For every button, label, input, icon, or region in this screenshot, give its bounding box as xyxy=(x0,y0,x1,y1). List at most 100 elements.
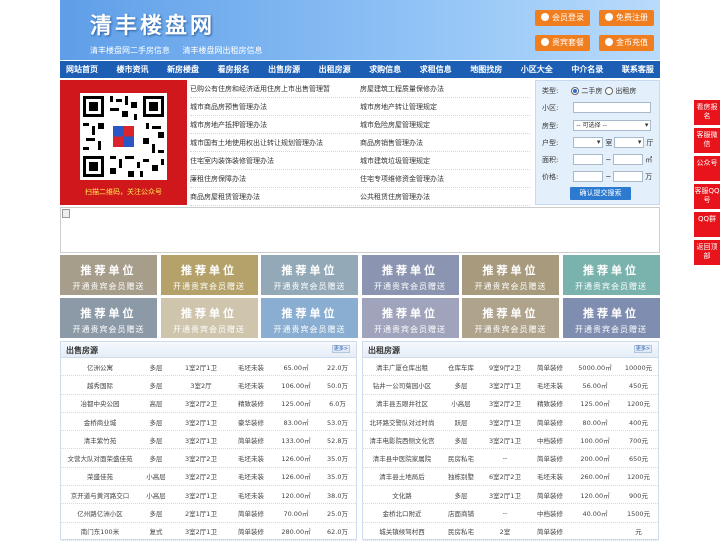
nav-for-rent[interactable]: 出租房源 xyxy=(319,61,351,78)
listing-name[interactable]: 清丰电影院西侧文化宫 xyxy=(363,435,441,445)
nav-new-homes[interactable]: 新房楼盘 xyxy=(167,61,199,78)
regulation-link[interactable]: 商品房屋租赁管理办法 xyxy=(190,188,360,205)
listing-row[interactable]: 钻井一公司菊园小区 多层 3室2厅1卫 毛坯未装 56.00㎡ 450元 xyxy=(363,376,658,395)
listing-name[interactable]: 亿州路亿洲小区 xyxy=(61,508,139,518)
listing-name[interactable]: 清丰县五眼井社区 xyxy=(363,398,441,408)
listing-row[interactable]: 文营大队对面荣盛佳苑 多层 3室2厅2卫 毛坯未装 126.00㎡ 35.0万 xyxy=(61,449,356,468)
recommended-unit-tile[interactable]: 推荐单位 开通贵宾会员赠送 xyxy=(462,255,559,295)
listing-row[interactable]: 清丰县五眼井社区 小高层 3室2厅2卫 精致装修 125.00㎡ 1200元 xyxy=(363,395,658,413)
listing-name[interactable]: 荣盛佳苑 xyxy=(61,471,139,481)
listing-name[interactable]: 北环路交警队对过时尚 xyxy=(363,417,441,427)
listing-name[interactable]: 金桥北口附近 xyxy=(363,508,441,518)
listing-row[interactable]: 金桥商业城 多层 3室2厅1卫 豪华装修 83.00㎡ 53.0万 xyxy=(61,413,356,432)
listing-name[interactable]: 越秀国际 xyxy=(61,380,139,390)
recommended-unit-tile[interactable]: 推荐单位 开通贵宾会员赠送 xyxy=(462,298,559,338)
rental-radio[interactable] xyxy=(605,87,614,95)
nav-wanted-buy[interactable]: 求购信息 xyxy=(369,61,401,78)
recommended-unit-tile[interactable]: 推荐单位 开通贵宾会员赠送 xyxy=(361,255,459,295)
house-type-select[interactable]: -- 可选择 -- xyxy=(573,120,652,131)
nav-communities[interactable]: 小区大全 xyxy=(521,61,553,78)
nav-home[interactable]: 网站首页 xyxy=(66,61,98,78)
nav-contact[interactable]: 联系客服 xyxy=(622,61,654,78)
listing-name[interactable]: 清丰县中医院家属院 xyxy=(363,453,441,463)
listing-row[interactable]: 清丰电影院西侧文化宫 多层 3室2厅1卫 中档装修 100.00㎡ 700元 xyxy=(363,431,658,450)
regulation-link[interactable]: 住宅室内装饰装修管理办法 xyxy=(190,152,360,169)
nav-wanted-rent[interactable]: 求租信息 xyxy=(420,61,452,78)
regulation-link[interactable]: 公共租赁住房管理办法 xyxy=(360,188,530,205)
recommended-unit-tile[interactable]: 推荐单位 开通贵宾会员赠送 xyxy=(160,255,258,295)
nav-for-sale[interactable]: 出售房源 xyxy=(268,61,300,78)
service-wechat-tab[interactable]: 客服微信 xyxy=(694,128,720,153)
listing-name[interactable]: 钻井一公司菊园小区 xyxy=(363,380,441,390)
recommended-unit-tile[interactable]: 推荐单位 开通贵宾会员赠送 xyxy=(261,298,358,338)
regulation-link[interactable]: 城市房地产抵押管理办法 xyxy=(190,116,360,133)
viewing-signup-tab[interactable]: 看房报名 xyxy=(694,100,720,125)
price-min-input[interactable] xyxy=(573,171,604,182)
register-button[interactable]: 免费注册 xyxy=(599,10,654,26)
recommended-unit-tile[interactable]: 推荐单位 开通贵宾会员赠送 xyxy=(361,298,459,338)
listing-row[interactable]: 南门东100米 复式 3室2厅1卫 简单装修 280.00㎡ 62.0万 xyxy=(61,523,356,541)
listing-row[interactable]: 清丰县中医院家属院 民房私宅 -- 简单装修 200.00㎡ 650元 xyxy=(363,449,658,468)
listing-row[interactable]: 清丰紫竹苑 多层 3室2厅1卫 简单装修 133.00㎡ 52.8万 xyxy=(61,431,356,450)
nav-viewing-signup[interactable]: 看房报名 xyxy=(218,61,250,78)
hall-select[interactable] xyxy=(614,137,645,148)
listing-row[interactable]: 清丰广厦仓库出租 仓库车库 9室9厅2卫 简单装修 5000.00㎡ 10000元 xyxy=(363,358,658,377)
search-submit-button[interactable]: 确认提交搜索 xyxy=(570,187,631,200)
recommended-unit-tile[interactable]: 推荐单位 开通贵宾会员赠送 xyxy=(562,255,660,295)
listing-row[interactable]: 越秀国际 多层 3室2厅 毛坯未装 106.00㎡ 50.0万 xyxy=(61,376,356,395)
area-max-input[interactable] xyxy=(613,154,644,165)
regulation-link[interactable]: 城市商品房预售管理办法 xyxy=(190,98,360,115)
official-account-tab[interactable]: 公众号 xyxy=(694,156,720,181)
nav-agents[interactable]: 中介名录 xyxy=(571,61,603,78)
qq-group-tab[interactable]: QQ群 xyxy=(694,212,720,237)
listing-row[interactable]: 北环路交警队对过时尚 跃层 3室2厅1卫 简单装修 80.00㎡ 400元 xyxy=(363,413,658,432)
listing-name[interactable]: 文营大队对面荣盛佳苑 xyxy=(61,453,139,463)
regulation-link[interactable]: 城市建筑垃圾管理规定 xyxy=(360,152,530,169)
listing-name[interactable]: 金桥商业城 xyxy=(61,417,139,427)
listing-name[interactable]: 京开道与黄河路交口 xyxy=(61,490,139,500)
listing-row[interactable]: 荣盛佳苑 小高层 3室2厅2卫 毛坯未装 126.00㎡ 35.0万 xyxy=(61,468,356,487)
login-button[interactable]: 会员登录 xyxy=(535,10,590,26)
sale-more-button[interactable]: 更多> xyxy=(332,345,350,353)
secondhand-radio[interactable] xyxy=(571,87,580,95)
listing-name[interactable]: 冶都中央公园 xyxy=(61,398,139,408)
recommended-unit-tile[interactable]: 推荐单位 开通贵宾会员赠送 xyxy=(160,298,258,338)
secondhand-info-link[interactable]: 清丰楼盘网二手房信息 xyxy=(90,46,170,55)
coin-recharge-button[interactable]: 金币充值 xyxy=(599,35,654,51)
price-max-input[interactable] xyxy=(613,171,644,182)
regulation-link[interactable]: 廉租住房保障办法 xyxy=(190,170,360,187)
room-select[interactable] xyxy=(573,137,604,148)
regulation-link[interactable]: 已购公有住房和经济适用住房上市出售管理暂 xyxy=(190,80,360,97)
listing-row[interactable]: 京开道与黄河路交口 小高层 3室2厅1卫 毛坯未装 120.00㎡ 38.0万 xyxy=(61,486,356,505)
listing-name[interactable]: 文化路 xyxy=(363,490,441,500)
listing-name[interactable]: 城关镇候驾村西 xyxy=(363,526,441,536)
listing-row[interactable]: 亿洲公寓 多层 1室2厅1卫 毛坯未装 65.00㎡ 22.0万 xyxy=(61,358,356,377)
regulation-link[interactable]: 房屋建筑工程质量保修办法 xyxy=(360,80,530,97)
listing-name[interactable]: 清丰紫竹苑 xyxy=(61,435,139,445)
site-logo[interactable]: 清丰楼盘网 xyxy=(90,8,215,40)
service-qq-tab[interactable]: 客服QQ号 xyxy=(694,184,720,209)
recommended-unit-tile[interactable]: 推荐单位 开通贵宾会员赠送 xyxy=(60,255,157,295)
listing-row[interactable]: 文化路 多层 3室2厅1卫 简单装修 120.00㎡ 900元 xyxy=(363,486,658,505)
area-min-input[interactable] xyxy=(573,154,604,165)
nav-map-search[interactable]: 地图找房 xyxy=(470,61,502,78)
listing-row[interactable]: 清丰县土地局后 独栋别墅 6室2厅2卫 毛坯未装 260.00㎡ 1200元 xyxy=(363,468,658,487)
rental-info-link[interactable]: 清丰楼盘网出租房信息 xyxy=(183,46,263,55)
recommended-unit-tile[interactable]: 推荐单位 开通贵宾会员赠送 xyxy=(60,298,157,338)
listing-name[interactable]: 亿洲公寓 xyxy=(61,362,139,372)
regulation-link[interactable]: 住宅专项维修资金管理办法 xyxy=(360,170,530,187)
back-to-top-tab[interactable]: 返回顶部 xyxy=(694,240,720,265)
regulation-link[interactable]: 城市危险房屋管理规定 xyxy=(360,116,530,133)
regulation-link[interactable]: 城市国有土地使用权出让转让规划管理办法 xyxy=(190,134,360,151)
vip-package-button[interactable]: 贵宾套餐 xyxy=(535,35,590,51)
rent-more-button[interactable]: 更多> xyxy=(634,345,652,353)
listing-row[interactable]: 亿州路亿洲小区 多层 2室1厅1卫 简单装修 70.00㎡ 25.0万 xyxy=(61,504,356,523)
recommended-unit-tile[interactable]: 推荐单位 开通贵宾会员赠送 xyxy=(261,255,358,295)
listing-row[interactable]: 冶都中央公园 高层 3室2厅2卫 精致装修 125.00㎡ 6.0万 xyxy=(61,395,356,413)
recommended-unit-tile[interactable]: 推荐单位 开通贵宾会员赠送 xyxy=(562,298,660,338)
listing-row[interactable]: 金桥北口附近 店面商铺 -- 中档装修 40.00㎡ 1500元 xyxy=(363,504,658,523)
listing-row[interactable]: 城关镇候驾村西 民房私宅 2室 简单装修 元 xyxy=(363,523,658,541)
regulation-link[interactable]: 城市房地产转让管理规定 xyxy=(360,98,530,115)
regulation-link[interactable]: 商品房销售管理办法 xyxy=(360,134,530,151)
nav-news[interactable]: 楼市资讯 xyxy=(117,61,149,78)
